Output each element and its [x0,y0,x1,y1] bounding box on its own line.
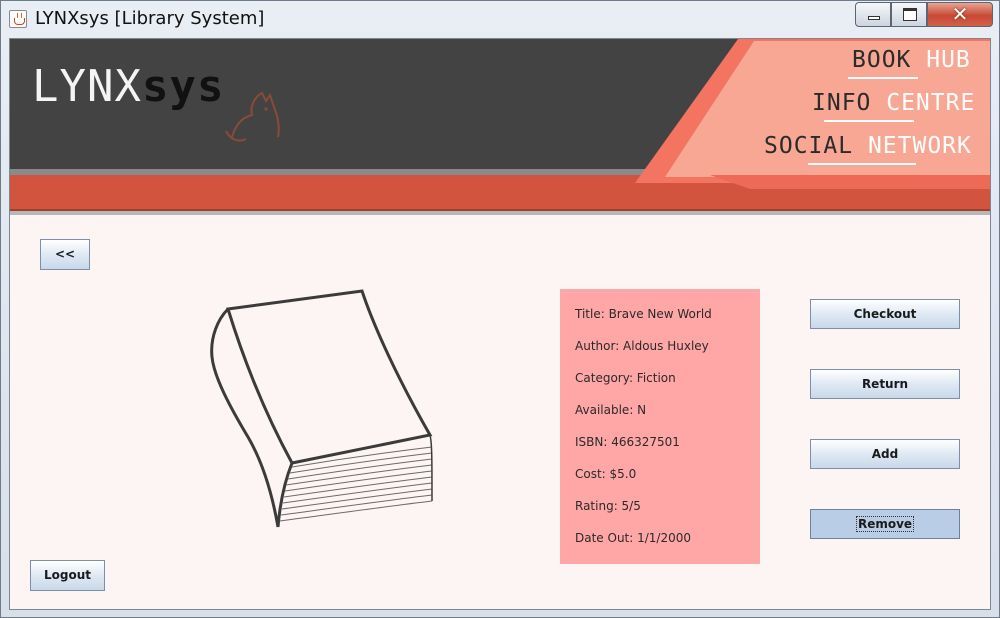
book-date-out: Date Out: 1/1/2000 [575,531,692,545]
add-button[interactable]: Add [810,439,960,469]
java-cup-icon [9,10,27,28]
logout-button[interactable]: Logout [30,560,105,591]
return-button[interactable]: Return [810,369,960,399]
nav-book-hub[interactable]: BOOK HUB [852,47,971,73]
nav-social-network-label-1: SOCIAL [764,133,854,159]
nav-social-network[interactable]: SOCIAL NETWORK [764,133,972,159]
book-cost: Cost: $5.0 [575,467,637,481]
nav-underline [824,120,914,122]
book-info-panel: Title: Brave New World Author: Aldous Hu… [560,289,760,564]
book-author: Author: Aldous Huxley [575,339,709,353]
close-button[interactable]: ✕ [927,2,993,27]
checkout-button[interactable]: Checkout [810,299,960,329]
book-illustration [210,289,433,528]
app-window: LYNXsys [Library System] ✕ LYNXsys BOOK … [0,0,1000,618]
app-logo: LYNXsys [32,61,224,112]
nav-underline [808,163,916,165]
nav-info-centre-label-2: CENTRE [871,90,976,116]
minimize-button[interactable] [855,2,891,27]
close-icon: ✕ [951,2,969,26]
back-button[interactable]: << [40,239,90,270]
book-rating: Rating: 5/5 [575,499,641,513]
title-bar[interactable]: LYNXsys [Library System] ✕ [1,1,1000,37]
nav-book-hub-label-1: BOOK [852,47,912,73]
logo-text-sys: sys [141,61,225,112]
header-banner: LYNXsys BOOK HUB INFO CENTRE SOCIAL NETW… [10,39,990,215]
window-title: LYNXsys [Library System] [35,8,265,29]
maximize-button[interactable] [891,2,927,27]
book-available: Available: N [575,403,647,417]
cat-logo-icon [225,91,280,142]
nav-info-centre-label-1: INFO [812,90,872,116]
remove-button-label: Remove [855,516,915,532]
book-title: Title: Brave New World [575,307,712,321]
nav-underline [848,77,918,79]
book-isbn: ISBN: 466327501 [575,435,680,449]
book-category: Category: Fiction [575,371,676,385]
maximize-icon [903,8,917,21]
minimize-icon [868,16,880,20]
logo-text-lynx: LYNX [32,61,142,112]
main-panel: LYNXsys BOOK HUB INFO CENTRE SOCIAL NETW… [9,38,991,610]
nav-social-network-label-2: NETWORK [853,133,972,159]
remove-button[interactable]: Remove [810,509,960,539]
nav-info-centre[interactable]: INFO CENTRE [812,90,975,116]
nav-book-hub-label-2: HUB [911,47,971,73]
